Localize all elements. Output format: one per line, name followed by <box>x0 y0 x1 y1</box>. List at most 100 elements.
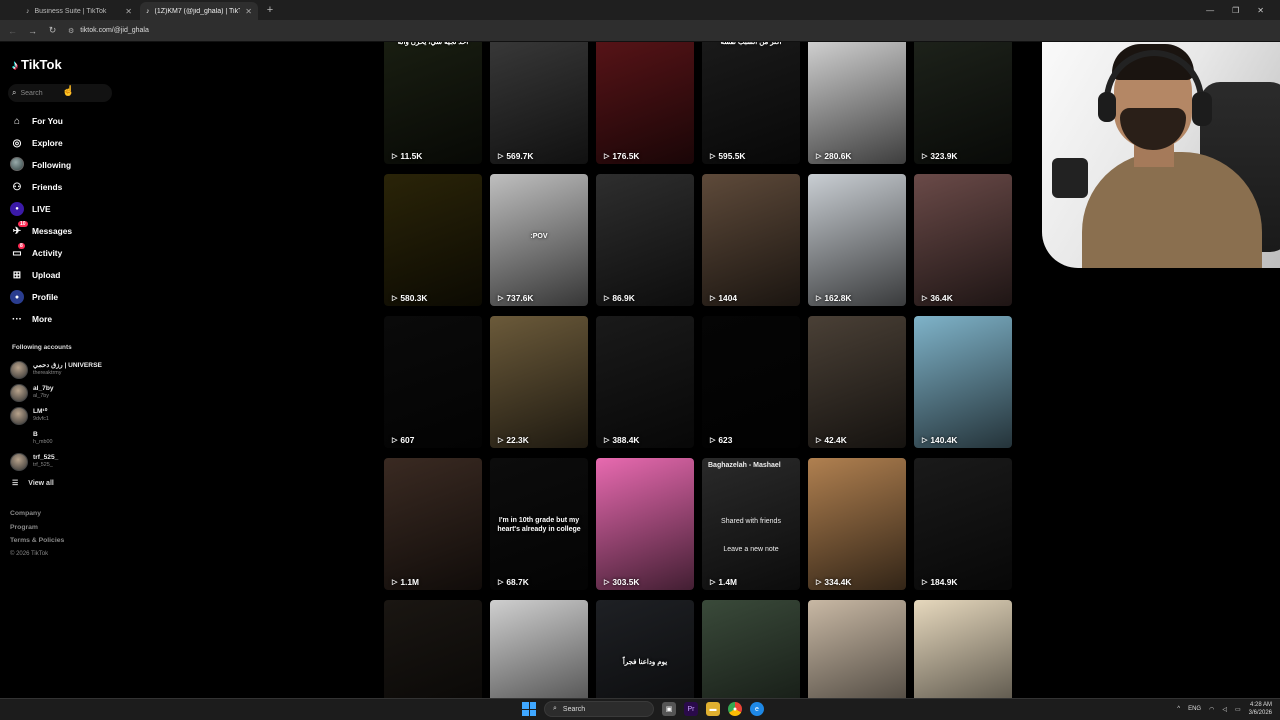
play-icon: ▷ <box>922 579 928 586</box>
menu-more[interactable]: ··· More <box>10 308 72 330</box>
maximize-icon[interactable]: ❐ <box>1232 6 1239 15</box>
video-card[interactable]: ▷ 1.1M <box>384 458 482 590</box>
wifi-icon[interactable]: ◠ <box>1209 706 1214 713</box>
video-card[interactable]: ▷ 607 <box>384 316 482 448</box>
task-view-icon[interactable]: ▣ <box>662 702 676 716</box>
view-count-number: 176.5K <box>612 151 640 161</box>
play-icon: ▷ <box>922 295 928 302</box>
search-box[interactable]: ⌕ <box>8 84 112 102</box>
view-count-number: 569.7K <box>506 151 534 161</box>
chrome-icon[interactable]: ● <box>728 702 742 716</box>
windows-start-icon[interactable] <box>522 702 536 716</box>
video-card[interactable]: ▷ 388.4K <box>596 316 694 448</box>
search-icon: ⌕ <box>12 88 17 97</box>
footer-company-link[interactable]: Company <box>10 510 64 524</box>
view-count-number: 737.6K <box>506 293 534 303</box>
back-icon[interactable]: ← <box>8 26 17 36</box>
menu-messages[interactable]: ✈ 10 Messages <box>10 220 72 242</box>
video-card[interactable]: ▷ 42.4K <box>808 316 906 448</box>
video-card[interactable]: ▷ 280.6K <box>808 42 906 164</box>
menu-following[interactable]: Following <box>10 154 72 176</box>
headset-cup-right <box>1192 92 1212 126</box>
menu-friends[interactable]: ⚇ Friends <box>10 176 72 198</box>
play-icon: ▷ <box>498 579 504 586</box>
video-card[interactable]: اكثر من السبب نفسه ▷ 595.5K <box>702 42 800 164</box>
video-card[interactable]: ▷ 323.9K <box>914 42 1012 164</box>
play-icon: ▷ <box>392 579 398 586</box>
video-card[interactable]: يوم وداعنا فجراً▷1.6M <box>596 600 694 698</box>
account-item[interactable]: رزق دحمي | UNIVERSE thereaktrmy <box>10 358 102 381</box>
video-card[interactable]: ▷ 86.9K <box>596 174 694 306</box>
menu-upload[interactable]: ⊞ Upload <box>10 264 72 286</box>
view-count-number: 388.4K <box>612 435 640 445</box>
view-all-link[interactable]: ☰ View all <box>12 479 54 488</box>
taskbar-search[interactable]: ⌕ Search <box>544 701 654 717</box>
view-count-number: 68.7K <box>506 577 529 587</box>
play-icon: ▷ <box>498 437 504 444</box>
tab-close-icon[interactable]: ✕ <box>245 7 252 16</box>
view-count-number: 323.9K <box>930 151 958 161</box>
video-card[interactable]: ▷ 36.4K <box>914 174 1012 306</box>
video-card[interactable]: ▷82.2K <box>914 600 1012 698</box>
footer-program-link[interactable]: Program <box>10 524 64 538</box>
video-card[interactable]: I'm in 10th grade but my heart's already… <box>490 458 588 590</box>
video-card[interactable]: ▷ 162.8K <box>808 174 906 306</box>
menu-activity[interactable]: ▭ 8 Activity <box>10 242 72 264</box>
video-card[interactable]: ▷ 176.5K <box>596 42 694 164</box>
view-count: ▷ 140.4K <box>922 435 957 445</box>
video-card[interactable]: ▷ 1404 <box>702 174 800 306</box>
video-card[interactable]: POV: ▷ 737.6K <box>490 174 588 306</box>
view-count: ▷ 388.4K <box>604 435 639 445</box>
forward-icon[interactable]: → <box>28 26 37 36</box>
volume-icon[interactable]: ◁ <box>1222 706 1227 713</box>
account-item[interactable]: al_7by al_7by <box>10 381 102 404</box>
minimize-icon[interactable]: — <box>1206 6 1214 15</box>
clock[interactable]: 4:28 AM 3/6/2026 <box>1249 701 1272 717</box>
account-item[interactable]: LM¹⁰ 9dvfc1 <box>10 404 102 427</box>
file-explorer-icon[interactable]: ▬ <box>706 702 720 716</box>
reload-icon[interactable]: ↻ <box>48 25 57 36</box>
video-card[interactable]: ▷ 580.3K <box>384 174 482 306</box>
language-indicator[interactable]: ENG <box>1188 706 1201 712</box>
play-icon: ▷ <box>604 579 610 586</box>
footer-terms-link[interactable]: Terms & Policies <box>10 537 64 551</box>
tiktok-logo[interactable]: ♪ TikTok <box>12 57 62 72</box>
video-card[interactable]: ▷ 22.3K <box>490 316 588 448</box>
compass-icon: ◎ <box>12 137 22 149</box>
tab-title: Business Suite | TikTok <box>34 7 107 15</box>
site-info-icon[interactable]: ⚙ <box>68 27 74 35</box>
video-card[interactable]: ▷ 623 <box>702 316 800 448</box>
browser-tab-active[interactable]: ♪ (1Z)KM7 (@jid_ghala) | TikTok ✕ <box>140 2 258 20</box>
close-window-icon[interactable]: ✕ <box>1257 6 1264 15</box>
menu-label: Upload <box>32 270 61 280</box>
battery-icon[interactable]: ▭ <box>1235 706 1241 713</box>
video-card[interactable]: Baghazelah - Mashael Shared with friends L… <box>702 458 800 590</box>
video-card[interactable]: أحد تجيه شي، يحزن واله ▷ 11.5K <box>384 42 482 164</box>
video-card[interactable]: ▷ 140.4K <box>914 316 1012 448</box>
tab-close-icon[interactable]: ✕ <box>125 7 132 16</box>
premiere-icon[interactable]: Pr <box>684 702 698 716</box>
browser-tab[interactable]: ♪ Business Suite | TikTok ✕ <box>20 2 138 20</box>
view-count: ▷ 162.8K <box>816 293 851 303</box>
video-card[interactable]: ▷9120 <box>490 600 588 698</box>
account-handle: thereaktrmy <box>33 370 62 376</box>
url-field[interactable]: ⚙ tiktok.com/@jid_ghala <box>68 27 149 35</box>
menu-explore[interactable]: ◎ Explore <box>10 132 72 154</box>
menu-live[interactable]: ● LIVE <box>10 198 72 220</box>
edge-icon[interactable]: e <box>750 702 764 716</box>
video-card[interactable]: ▷ 569.7K <box>490 42 588 164</box>
video-card[interactable]: ▷464.5K <box>702 600 800 698</box>
video-card[interactable]: ▷ 184.9K <box>914 458 1012 590</box>
video-card[interactable]: ▷1.3M <box>808 600 906 698</box>
menu-for-you[interactable]: ⌂ For You <box>10 110 72 132</box>
account-item[interactable]: Bh_mb00 <box>10 427 102 450</box>
new-tab-button[interactable]: + <box>262 4 278 16</box>
account-item[interactable]: trf_525_ trf_525_ <box>10 450 102 473</box>
view-count: ▷ 569.7K <box>498 151 533 161</box>
tray-arrow-icon[interactable]: ^ <box>1177 706 1180 712</box>
video-card[interactable]: ▷470.7K <box>384 600 482 698</box>
menu-profile[interactable]: ● Profile <box>10 286 72 308</box>
search-input[interactable] <box>20 89 101 97</box>
video-card[interactable]: ▷ 334.4K <box>808 458 906 590</box>
video-card[interactable]: ▷ 303.5K <box>596 458 694 590</box>
